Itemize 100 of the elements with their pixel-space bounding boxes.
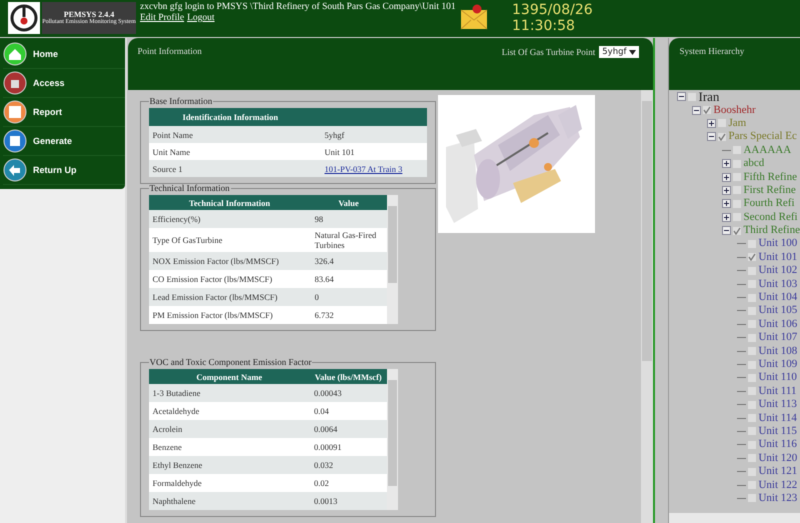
expander-icon[interactable]: [707, 118, 716, 128]
menu-item[interactable]: Generate: [3, 127, 125, 156]
tree-node[interactable]: Second Refi: [743, 212, 798, 223]
point-select[interactable]: 5yhgf: [599, 46, 640, 58]
tree-checkbox[interactable]: [748, 454, 756, 462]
envelope-icon[interactable]: [460, 4, 488, 30]
tree-checkbox[interactable]: [748, 294, 756, 302]
tree-checkbox[interactable]: [733, 213, 742, 222]
table-cell: Acrolein: [148, 420, 310, 438]
column-header: Value: [310, 195, 387, 210]
expander-icon[interactable]: [722, 226, 732, 236]
tree-checkbox[interactable]: [748, 334, 756, 342]
group-legend: Technical Information: [148, 183, 231, 193]
tree-checkbox[interactable]: [748, 400, 756, 409]
expander-icon[interactable]: [722, 212, 732, 222]
source-link[interactable]: 101-PV-037 At Train 3: [324, 164, 402, 174]
tree-node[interactable]: Unit 109: [758, 359, 798, 370]
table-cell: 0: [310, 288, 387, 306]
menu-icon: [3, 42, 27, 66]
tree-node[interactable]: Fifth Refine: [743, 172, 797, 183]
table-cell: 98: [310, 210, 387, 228]
scrollbar[interactable]: [386, 195, 398, 324]
tree-node[interactable]: Iran: [698, 91, 720, 102]
tree-checkbox[interactable]: [733, 160, 742, 168]
tree-node[interactable]: Unit 106: [758, 318, 798, 330]
table-cell: Naphthalene: [148, 492, 310, 510]
tree-node[interactable]: Unit 120: [758, 452, 798, 464]
table-cell: 1-3 Butadiene: [148, 384, 310, 402]
table-cell: 0.02: [310, 474, 387, 492]
tree-checkbox[interactable]: [733, 173, 742, 182]
tree-checkbox[interactable]: [748, 347, 756, 356]
tree-node[interactable]: Unit 122: [758, 480, 798, 491]
header-link[interactable]: Logout: [187, 13, 215, 24]
tree-node[interactable]: Unit 123: [758, 492, 798, 504]
tree-node[interactable]: AAAAAA: [743, 144, 792, 156]
tree-checkbox[interactable]: [748, 253, 756, 262]
tree-node[interactable]: Unit 105: [758, 305, 798, 316]
tree-checkbox[interactable]: [748, 414, 756, 422]
tree-checkbox[interactable]: [748, 468, 756, 476]
tree-checkbox[interactable]: [748, 374, 756, 382]
expander-icon[interactable]: [677, 92, 686, 102]
tree-checkbox[interactable]: [748, 280, 756, 288]
scrollbar[interactable]: [641, 90, 654, 523]
tree-node[interactable]: Unit 102: [758, 265, 798, 276]
expander-icon[interactable]: [692, 106, 702, 115]
tree-node[interactable]: Unit 115: [758, 426, 797, 437]
expander-icon[interactable]: [722, 199, 732, 208]
tree-checkbox[interactable]: [748, 387, 756, 396]
scrollbar[interactable]: [669, 513, 800, 523]
tree-checkbox[interactable]: [733, 226, 742, 235]
tree-node[interactable]: abcd: [743, 158, 764, 170]
tree-node[interactable]: Third Refine: [743, 225, 800, 236]
tree-node[interactable]: Unit 116: [758, 439, 797, 450]
expander-icon[interactable]: [707, 132, 716, 142]
tree-checkbox[interactable]: [748, 240, 756, 248]
table-header: Identification Information: [148, 108, 427, 126]
tree-node[interactable]: Unit 121: [758, 466, 798, 478]
tree-node[interactable]: Unit 108: [758, 346, 798, 357]
tree-checkbox[interactable]: [733, 200, 742, 208]
tree-node[interactable]: Unit 103: [758, 278, 798, 290]
tree-checkbox[interactable]: [733, 146, 742, 154]
group-legend: Base Information: [148, 96, 214, 106]
tree-node[interactable]: Unit 104: [758, 292, 798, 304]
scrollbar[interactable]: [386, 369, 398, 510]
expander-icon[interactable]: [722, 186, 732, 195]
expander-icon[interactable]: [722, 172, 732, 182]
tree-node[interactable]: Unit 114: [758, 412, 797, 424]
tree-node[interactable]: Booshehr: [713, 104, 756, 116]
tree-checkbox[interactable]: [703, 106, 712, 114]
panel-title: Point Information: [138, 46, 203, 56]
header-link[interactable]: Edit Profile: [140, 13, 184, 24]
tree-node[interactable]: Fourth Refi: [743, 198, 795, 210]
tree-node[interactable]: Unit 101: [758, 252, 798, 263]
tree-checkbox[interactable]: [748, 266, 756, 275]
tree-checkbox[interactable]: [733, 186, 742, 194]
tree-node[interactable]: Unit 107: [758, 332, 798, 344]
tree-checkbox[interactable]: [748, 481, 756, 490]
tree-checkbox[interactable]: [748, 360, 756, 368]
tree-node[interactable]: Unit 110: [758, 372, 797, 384]
tree-node[interactable]: Unit 113: [758, 399, 797, 410]
tree-node[interactable]: Unit 100: [758, 238, 798, 250]
tree-checkbox[interactable]: [748, 427, 756, 436]
tree-checkbox[interactable]: [718, 119, 726, 128]
menu-item[interactable]: Report: [3, 98, 125, 127]
tree-checkbox[interactable]: [718, 132, 726, 141]
tree-checkbox[interactable]: [688, 92, 696, 101]
tree-node[interactable]: First Refine: [743, 184, 796, 196]
tree-checkbox[interactable]: [748, 320, 756, 328]
table-cell: 0.00091: [310, 438, 387, 456]
table-cell: 5yhgf: [320, 126, 427, 143]
expander-icon[interactable]: [722, 159, 732, 168]
menu-item[interactable]: Access: [3, 69, 125, 98]
menu-item[interactable]: Return Up: [3, 156, 125, 185]
table-cell: 0.00043: [310, 384, 387, 402]
tree-checkbox[interactable]: [748, 440, 756, 449]
table-cell: Benzene: [148, 438, 310, 456]
tree-node[interactable]: Unit 111: [758, 386, 796, 397]
tree-checkbox[interactable]: [748, 306, 756, 315]
menu-item[interactable]: Home: [3, 40, 125, 69]
tree-checkbox[interactable]: [748, 494, 756, 502]
